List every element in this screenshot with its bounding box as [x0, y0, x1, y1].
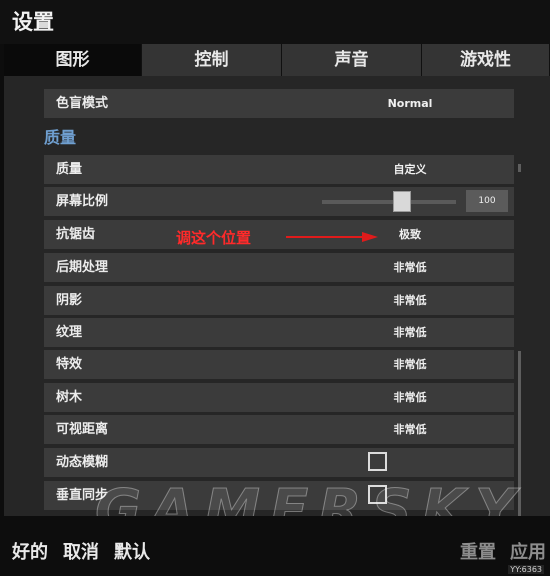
screen-ratio-slider-handle[interactable]	[393, 191, 411, 212]
tab-gameplay[interactable]: 游戏性	[422, 44, 550, 76]
setting-value[interactable]: 非常低	[380, 286, 440, 315]
setting-value[interactable]: 非常低	[380, 350, 440, 379]
setting-row-screen-ratio[interactable]: 屏幕比例 100	[44, 187, 514, 216]
tab-controls[interactable]: 控制	[142, 44, 282, 76]
setting-row-textures[interactable]: 纹理 非常低	[44, 318, 514, 347]
reset-button[interactable]: 重置	[460, 538, 496, 564]
tab-audio[interactable]: 声音	[282, 44, 422, 76]
right-arrow-icon	[286, 232, 378, 242]
ok-button[interactable]: 好的	[12, 538, 48, 564]
setting-label: 可视距离	[56, 422, 109, 437]
window-title: 设置	[12, 10, 54, 34]
setting-row-post-processing[interactable]: 后期处理 非常低	[44, 253, 514, 282]
screen-ratio-slider-track[interactable]	[322, 200, 456, 204]
section-title-quality: 质量	[44, 128, 77, 147]
default-button[interactable]: 默认	[114, 538, 150, 564]
setting-value[interactable]: 非常低	[380, 318, 440, 347]
setting-label: 纹理	[56, 325, 83, 340]
setting-value[interactable]: 非常低	[380, 383, 440, 412]
setting-row-quality[interactable]: 质量 自定义	[44, 155, 514, 184]
setting-row-motion-blur[interactable]: 动态模糊	[44, 448, 514, 477]
setting-row-colorblind[interactable]: 色盲模式 Normal	[44, 89, 514, 118]
cancel-button[interactable]: 取消	[63, 538, 99, 564]
settings-panel: 色盲模式 Normal 质量 质量 自定义 屏幕比例 100 抗锯齿 极致 后期…	[4, 76, 550, 516]
setting-label: 屏幕比例	[56, 194, 109, 209]
setting-label: 阴影	[56, 293, 83, 308]
setting-label: 色盲模式	[56, 96, 109, 111]
screen-ratio-value-box[interactable]: 100	[466, 190, 508, 212]
setting-row-trees[interactable]: 树木 非常低	[44, 383, 514, 412]
annotation-text: 调这个位置	[176, 229, 252, 247]
setting-row-view-distance[interactable]: 可视距离 非常低	[44, 415, 514, 444]
setting-label: 动态模糊	[56, 455, 109, 470]
setting-value[interactable]: 极致	[380, 220, 440, 249]
tab-bar: 图形 控制 声音 游戏性	[4, 44, 550, 76]
setting-value[interactable]: Normal	[380, 89, 440, 118]
apply-button[interactable]: 应用	[510, 538, 546, 564]
setting-label: 特效	[56, 357, 83, 372]
setting-value[interactable]: 非常低	[380, 253, 440, 282]
title-bar: 设置	[0, 0, 550, 44]
setting-label: 树木	[56, 390, 83, 405]
setting-row-antialiasing[interactable]: 抗锯齿 极致	[44, 220, 514, 249]
image-credit: YY:6363	[508, 565, 544, 574]
tab-graphics[interactable]: 图形	[4, 44, 142, 76]
setting-label: 抗锯齿	[56, 227, 96, 242]
scrollbar-top-segment[interactable]	[518, 164, 521, 172]
setting-row-effects[interactable]: 特效 非常低	[44, 350, 514, 379]
setting-label: 质量	[56, 162, 83, 177]
motion-blur-checkbox[interactable]	[368, 452, 387, 471]
setting-value[interactable]: 非常低	[380, 415, 440, 444]
setting-row-shadows[interactable]: 阴影 非常低	[44, 286, 514, 315]
setting-value[interactable]: 自定义	[380, 155, 440, 184]
footer-bar: 好的 取消 默认 重置 应用 YY:6363	[0, 516, 550, 576]
setting-label: 后期处理	[56, 260, 109, 275]
